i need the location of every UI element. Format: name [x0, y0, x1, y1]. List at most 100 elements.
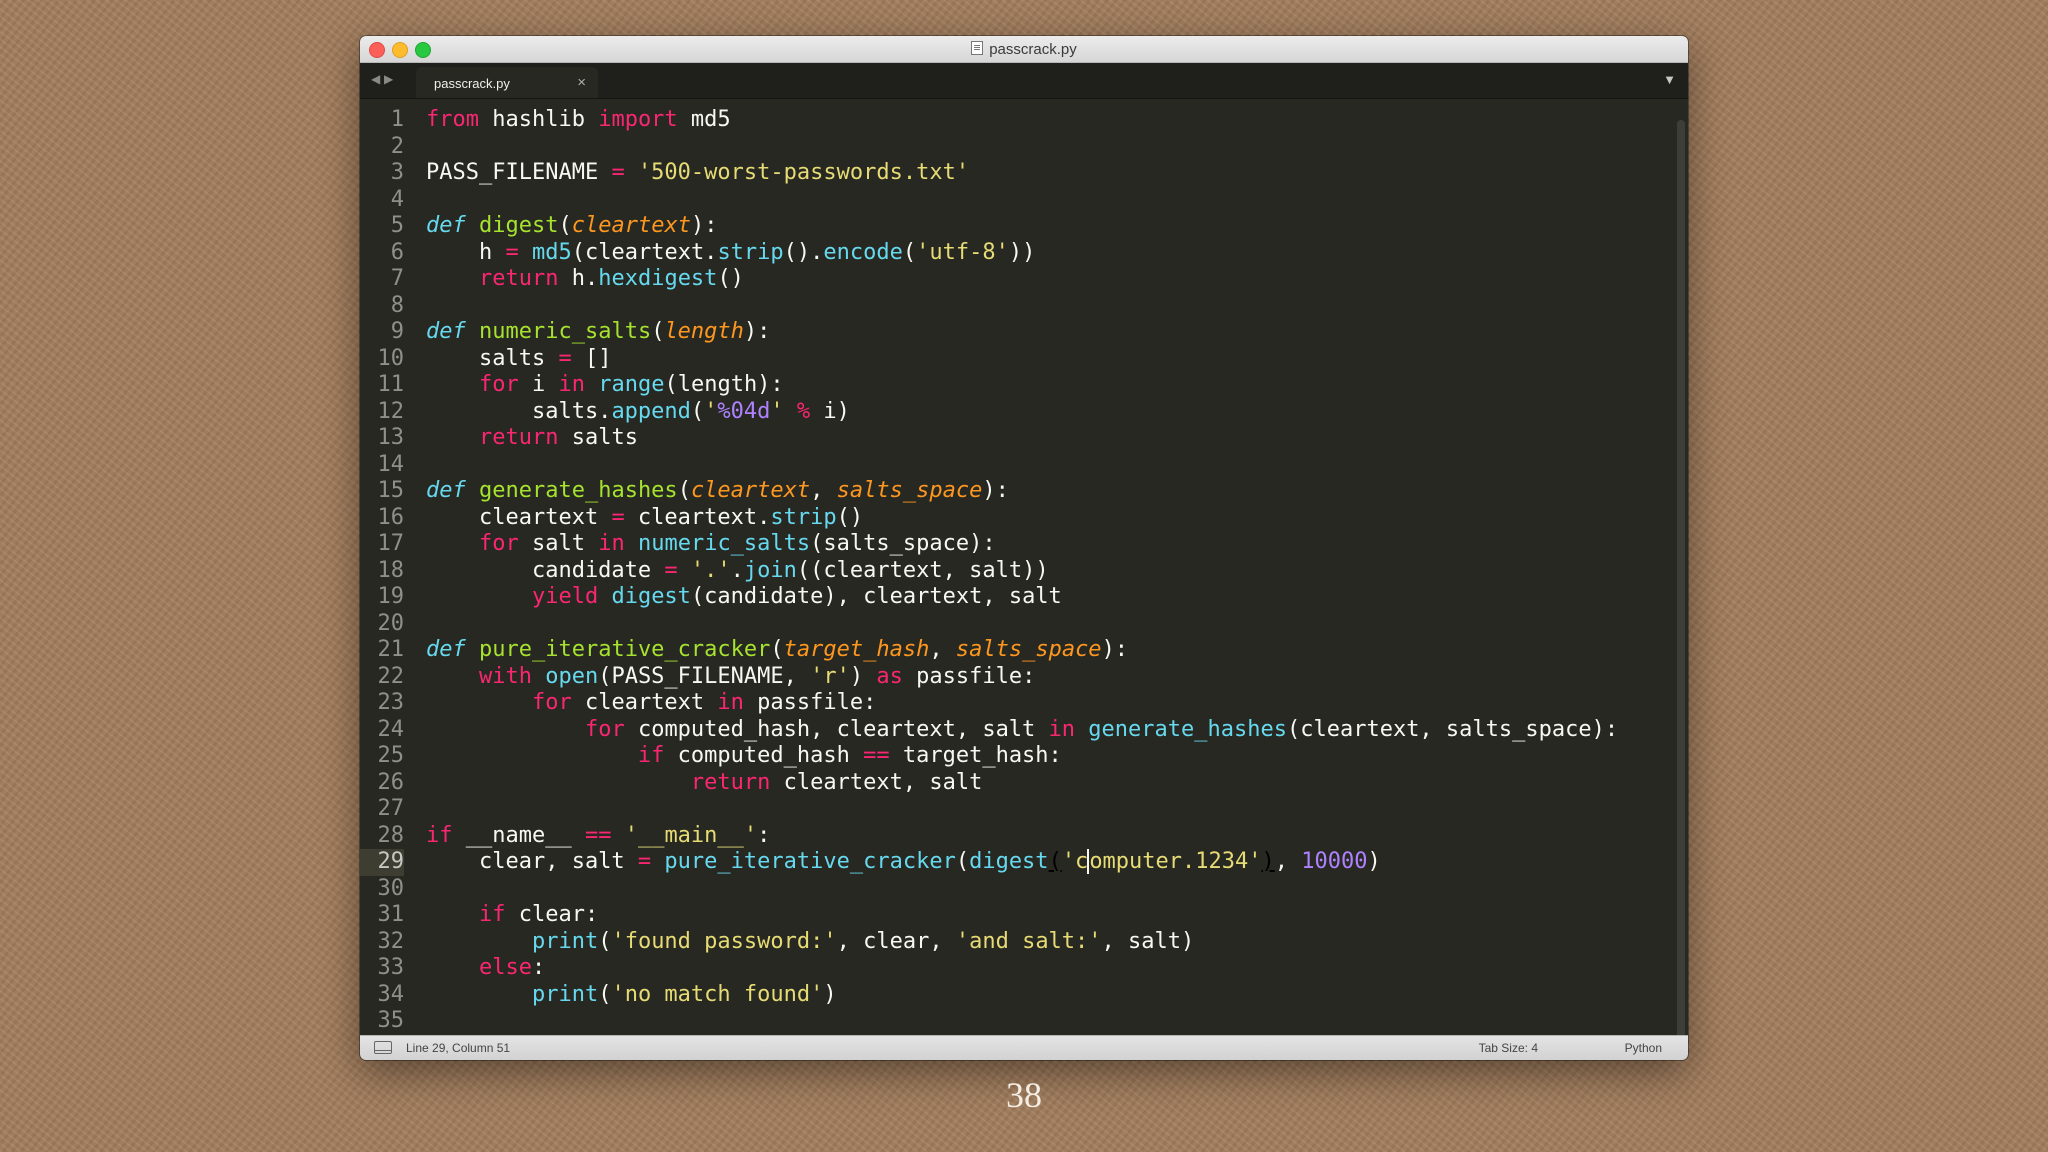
- code-line[interactable]: 10 salts = []: [360, 346, 1670, 373]
- code-line[interactable]: 35: [360, 1008, 1670, 1035]
- code-line[interactable]: 28 if __name__ == '__main__':: [360, 823, 1670, 850]
- code-token: target_hash: [783, 637, 930, 662]
- vertical-scrollbar[interactable]: [1677, 120, 1685, 1060]
- code-token: (): [836, 504, 864, 530]
- code-line[interactable]: 32 print('found password:', clear, 'and …: [360, 929, 1670, 956]
- line-number: 7: [390, 266, 404, 291]
- code-line[interactable]: 12 salts.append('%04d' % i): [360, 399, 1670, 426]
- code-line[interactable]: 29 clear, salt = pure_iterative_cracker(…: [360, 849, 1670, 876]
- code-token: '500-worst-passwords.txt': [637, 160, 970, 185]
- tab-size-selector[interactable]: Tab Size: 4: [1479, 1041, 1538, 1055]
- code-token: salts: [426, 345, 559, 371]
- code-token: in: [717, 690, 744, 715]
- code-token: (: [598, 928, 612, 954]
- code-line[interactable]: 24 for computed_hash, cleartext, salt in…: [360, 717, 1670, 744]
- code-line[interactable]: 30: [360, 876, 1670, 903]
- code-token: (cleartext.: [571, 239, 718, 265]
- code-line[interactable]: 34 print('no match found'): [360, 982, 1670, 1009]
- code-line[interactable]: 14: [360, 452, 1670, 479]
- code-token: '__main__': [624, 822, 758, 848]
- code-token: hashlib: [478, 107, 599, 132]
- line-number: 10: [377, 345, 405, 371]
- code-line[interactable]: 18 candidate = '.'.join((cleartext, salt…: [360, 558, 1670, 585]
- tab-list-dropdown-icon[interactable]: ▼: [1663, 72, 1676, 87]
- code-token: numeric_salts: [637, 531, 811, 556]
- tab-back-arrow-icon[interactable]: ◀: [371, 72, 380, 86]
- code-token: strip: [717, 239, 784, 265]
- code-line[interactable]: 6 h = md5(cleartext.strip().encode('utf-…: [360, 240, 1670, 267]
- line-number: 32: [377, 928, 405, 954]
- code-line[interactable]: 20: [360, 611, 1670, 638]
- code-token: =: [637, 849, 652, 874]
- code-token: length: [664, 319, 744, 344]
- code-token: with: [478, 663, 532, 689]
- code-token: ):: [982, 478, 1009, 503]
- code-line[interactable]: 26 return cleartext, salt: [360, 770, 1670, 797]
- code-token: for: [478, 372, 519, 397]
- code-token: as: [876, 663, 903, 689]
- line-number: 15: [377, 478, 405, 503]
- code-token: ().: [783, 239, 824, 265]
- syntax-selector[interactable]: Python: [1625, 1041, 1662, 1055]
- code-token: ': [770, 398, 784, 424]
- code-editor[interactable]: 1 from hashlib import md5 2 3 PASS_FILENAME …: [360, 99, 1688, 1060]
- tab-close-icon[interactable]: ×: [577, 74, 586, 91]
- code-token: range: [598, 372, 665, 397]
- code-token: 'r': [810, 663, 850, 689]
- code-line[interactable]: 2: [360, 134, 1670, 161]
- code-token: def: [426, 637, 466, 662]
- line-number: 18: [377, 557, 405, 583]
- code-token: (candidate), cleartext, salt: [690, 584, 1062, 609]
- code-line[interactable]: 16 cleartext = cleartext.strip(): [360, 505, 1670, 532]
- code-token: md5: [531, 239, 572, 265]
- code-token: clear, salt: [426, 849, 638, 874]
- code-token: 'utf-8': [916, 239, 1009, 265]
- code-token: digest: [479, 213, 559, 238]
- code-line[interactable]: 31 if clear:: [360, 902, 1670, 929]
- code-line[interactable]: 21 def pure_iterative_cracker(target_hash…: [360, 637, 1670, 664]
- code-line[interactable]: 33 else:: [360, 955, 1670, 982]
- code-line[interactable]: 13 return salts: [360, 425, 1670, 452]
- code-token: 'found password:': [611, 928, 837, 954]
- code-token: join: [743, 557, 797, 583]
- code-token: =: [558, 345, 572, 371]
- code-line[interactable]: 19 yield digest(candidate), cleartext, s…: [360, 584, 1670, 611]
- code-token: digest: [969, 849, 1049, 874]
- line-number: 30: [377, 875, 405, 901]
- code-line[interactable]: 27: [360, 796, 1670, 823]
- panel-toggle-icon[interactable]: [374, 1041, 392, 1054]
- code-token: ,: [810, 478, 837, 503]
- code-line[interactable]: 22 with open(PASS_FILENAME, 'r') as pass…: [360, 664, 1670, 691]
- line-number: 34: [377, 981, 405, 1007]
- code-token: i): [810, 398, 850, 424]
- code-line[interactable]: 7 return h.hexdigest(): [360, 266, 1670, 293]
- line-number: 25: [377, 743, 405, 768]
- code-area[interactable]: 1 from hashlib import md5 2 3 PASS_FILENAME …: [360, 107, 1670, 1035]
- code-line[interactable]: 23 for cleartext in passfile:: [360, 690, 1670, 717]
- code-line[interactable]: 3 PASS_FILENAME = '500-worst-passwords.tx…: [360, 160, 1670, 187]
- line-number: 8: [390, 292, 404, 318]
- code-line[interactable]: 4: [360, 187, 1670, 214]
- code-line[interactable]: 1 from hashlib import md5: [360, 107, 1670, 134]
- code-line[interactable]: 8: [360, 293, 1670, 320]
- code-line[interactable]: 25 if computed_hash == target_hash:: [360, 743, 1670, 770]
- code-line[interactable]: 5 def digest(cleartext):: [360, 213, 1670, 240]
- tab-passcrack[interactable]: passcrack.py ×: [416, 67, 598, 98]
- code-line[interactable]: 15 def generate_hashes(cleartext, salts_s…: [360, 478, 1670, 505]
- code-line[interactable]: 17 for salt in numeric_salts(salts_space…: [360, 531, 1670, 558]
- code-token: .: [730, 557, 744, 583]
- code-token: passfile:: [902, 663, 1036, 689]
- code-line[interactable]: 9 def numeric_salts(length):: [360, 319, 1670, 346]
- window-title-text: passcrack.py: [989, 41, 1077, 58]
- code-line[interactable]: 11 for i in range(length):: [360, 372, 1670, 399]
- slide-number: 38: [1006, 1075, 1042, 1115]
- tab-forward-arrow-icon[interactable]: ▶: [384, 72, 393, 86]
- window-title: passcrack.py: [360, 41, 1688, 58]
